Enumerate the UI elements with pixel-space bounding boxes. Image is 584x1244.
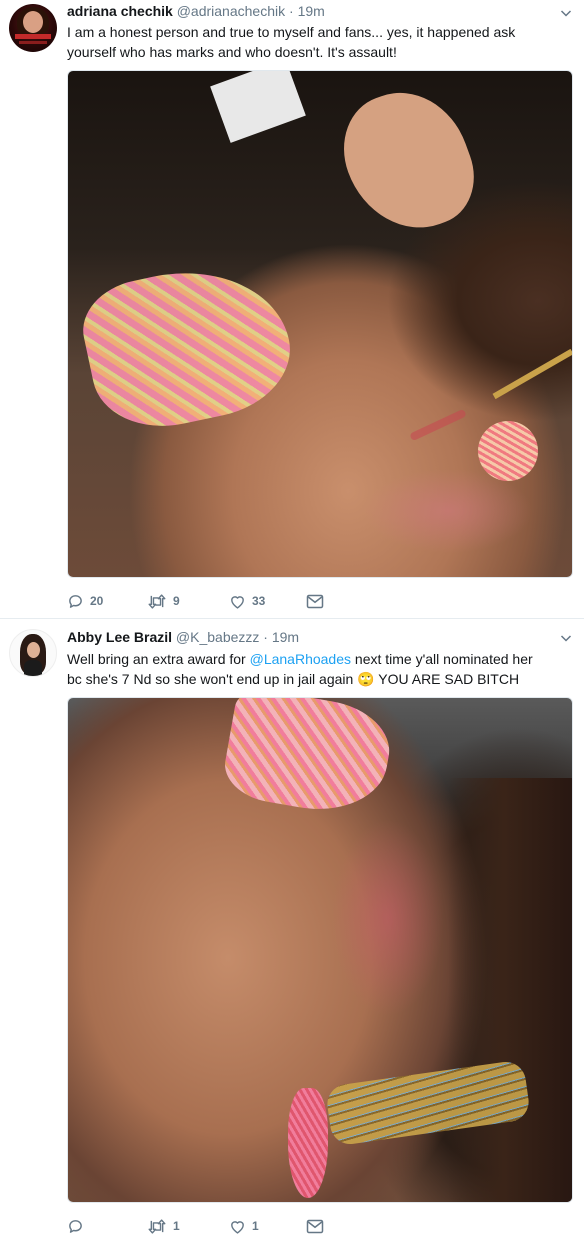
separator: · <box>289 3 294 19</box>
mention-link[interactable]: @LanaRhoades <box>250 651 351 667</box>
tweet-text: I am a honest person and true to myself … <box>67 24 516 60</box>
direct-message-button[interactable] <box>306 591 324 611</box>
timestamp[interactable]: 19m <box>298 3 325 19</box>
avatar-banner-line <box>19 41 47 44</box>
envelope-icon <box>306 594 324 608</box>
photo-fishnet-top <box>219 698 397 822</box>
retweet-button[interactable]: 9 <box>147 591 180 611</box>
retweet-button[interactable]: 1 <box>147 1216 180 1236</box>
reply-button[interactable]: 20 <box>67 591 103 611</box>
display-name[interactable]: adriana chechik <box>67 3 173 19</box>
avatar[interactable] <box>9 4 57 52</box>
tweet-header: adriana chechik @adrianachechik · 19m <box>67 2 325 20</box>
avatar-face <box>23 11 43 33</box>
avatar-body <box>24 660 42 676</box>
photo-pink-fabric <box>288 1088 328 1198</box>
eye-roll-emoji: 🙄 <box>357 671 375 687</box>
separator: · <box>263 629 268 645</box>
photo-chain <box>492 348 572 400</box>
retweet-count: 9 <box>173 594 180 608</box>
retweet-icon <box>148 593 166 609</box>
retweet-count: 1 <box>173 1219 180 1233</box>
like-button[interactable]: 1 <box>229 1216 259 1236</box>
text-segment: Well bring an extra award for <box>67 651 250 667</box>
like-count: 1 <box>252 1219 259 1233</box>
reply-button[interactable] <box>67 1216 90 1236</box>
avatar-banner <box>15 34 51 39</box>
timestamp[interactable]: 19m <box>272 629 299 645</box>
tweet-text: Well bring an extra award for @LanaRhoad… <box>67 649 547 689</box>
tweet-photo[interactable] <box>67 70 573 578</box>
photo-fishnet-top <box>74 251 302 441</box>
like-count: 33 <box>252 594 266 608</box>
heart-icon <box>231 1220 244 1234</box>
reply-icon <box>69 1219 82 1233</box>
photo-hair <box>448 778 572 1202</box>
chevron-down-icon[interactable] <box>560 632 572 644</box>
like-button[interactable]: 33 <box>229 591 265 611</box>
tweet-actions: 20 9 33 <box>67 591 367 611</box>
avatar-face <box>27 642 40 658</box>
photo-earring <box>478 421 538 481</box>
reply-icon <box>69 594 82 608</box>
tweet-header: Abby Lee Brazil @K_babezzz · 19m <box>67 628 299 646</box>
heart-icon <box>231 595 244 609</box>
tweet-actions: 1 1 <box>67 1216 367 1236</box>
direct-message-button[interactable] <box>306 1216 324 1236</box>
photo-phone <box>210 71 306 143</box>
photo-hand <box>327 74 489 248</box>
photo-mark <box>409 408 467 442</box>
reply-count: 20 <box>90 594 104 608</box>
chevron-down-icon[interactable] <box>560 7 572 19</box>
avatar[interactable] <box>9 629 57 677</box>
display-name[interactable]: Abby Lee Brazil <box>67 629 172 645</box>
text-segment: YOU ARE SAD BITCH <box>374 671 520 687</box>
user-handle[interactable]: @K_babezzz <box>176 629 259 645</box>
envelope-icon <box>306 1219 324 1233</box>
tweet[interactable]: adriana chechik @adrianachechik · 19m I … <box>0 0 584 619</box>
user-handle[interactable]: @adrianachechik <box>177 3 285 19</box>
tweet-photo[interactable] <box>67 697 573 1203</box>
tweet[interactable]: Abby Lee Brazil @K_babezzz · 19m Well br… <box>0 619 584 1244</box>
retweet-icon <box>148 1218 166 1234</box>
